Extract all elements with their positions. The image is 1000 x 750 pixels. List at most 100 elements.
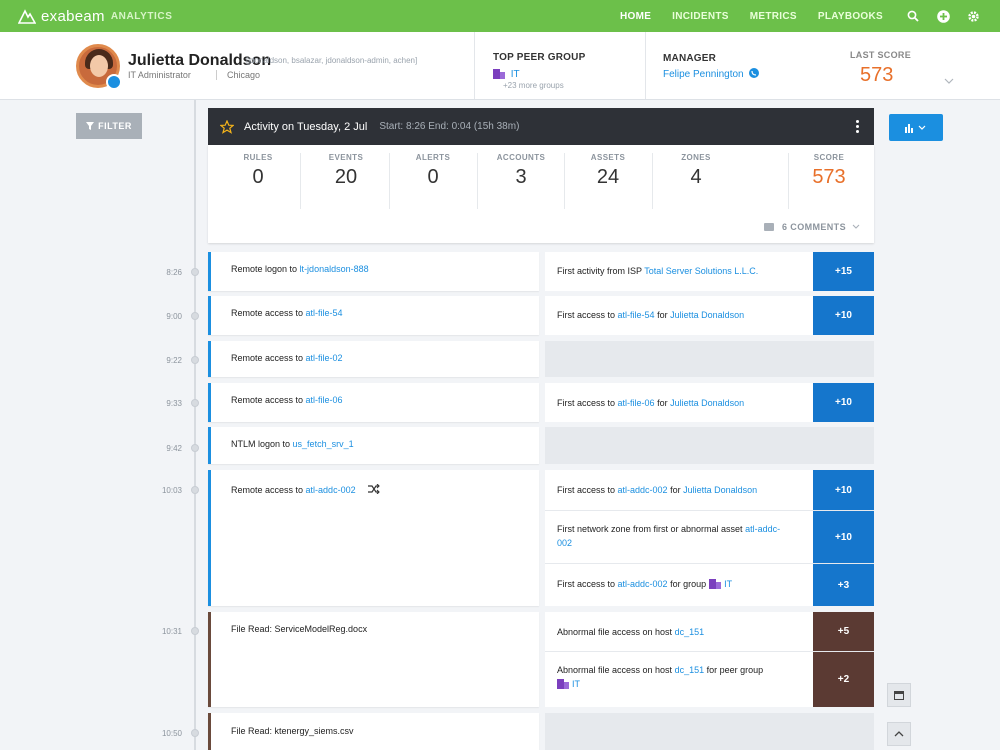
rule-points: +5: [813, 612, 874, 651]
peer-group-value[interactable]: IT: [493, 68, 520, 80]
filter-icon: [86, 122, 95, 130]
nav-metrics[interactable]: METRICS: [750, 11, 797, 22]
peer-group-more[interactable]: +23 more groups: [503, 81, 564, 90]
event-card[interactable]: Remote logon to lt-jdonaldson-888: [208, 252, 539, 291]
asset-link[interactable]: atl-file-06: [618, 398, 655, 408]
rule-row[interactable]: First network zone from first or abnorma…: [545, 511, 813, 563]
rule-points: +3: [813, 564, 874, 606]
asset-link[interactable]: atl-addc-002: [618, 485, 668, 495]
host-link[interactable]: dc_151: [675, 627, 705, 637]
top-nav-bar: exabeam ANALYTICS HOME INCIDENTS METRICS…: [0, 0, 1000, 32]
stat-value: 3: [515, 166, 527, 188]
stat-value: 0: [252, 166, 264, 188]
rule-row[interactable]: First access to atl-addc-002 for group IT: [545, 564, 813, 606]
more-icon[interactable]: [856, 120, 860, 133]
asset-link[interactable]: us_fetch_srv_1: [293, 439, 354, 449]
logo-text: exabeam: [41, 7, 105, 25]
event-time: 9:00: [166, 312, 182, 321]
event-card[interactable]: File Read: ktenergy_siems.csv: [208, 713, 539, 750]
event-card[interactable]: Remote access to atl-file-54: [208, 296, 539, 335]
rule-row[interactable]: First access to atl-file-06 for Julietta…: [545, 383, 813, 422]
manager-label: MANAGER: [663, 53, 717, 64]
nav-home[interactable]: HOME: [620, 11, 651, 22]
event-text: Remote access to atl-file-02: [231, 353, 343, 363]
app-logo[interactable]: exabeam ANALYTICS: [18, 8, 173, 25]
asset-link[interactable]: atl-addc-002: [306, 485, 356, 495]
building-icon: [493, 69, 505, 79]
rule-row[interactable]: First access to atl-addc-002 for Juliett…: [545, 470, 813, 510]
comments-label: 6 COMMENTS: [781, 222, 846, 232]
stat-value: 24: [596, 166, 620, 188]
event-card[interactable]: NTLM logon to us_fetch_srv_1: [208, 427, 539, 464]
asset-link[interactable]: atl-addc-002: [618, 579, 668, 589]
rule-points: +2: [813, 652, 874, 707]
stat-label: ACCOUNTS: [496, 153, 546, 162]
nav-incidents[interactable]: INCIDENTS: [672, 11, 729, 22]
scroll-top-button[interactable]: [887, 722, 911, 746]
event-card[interactable]: Remote access to atl-file-06: [208, 383, 539, 422]
settings-icon[interactable]: [964, 7, 982, 25]
stat-label: RULES: [243, 153, 273, 162]
rule-row[interactable]: Abnormal file access on host dc_151: [545, 612, 813, 651]
rule-text: First activity from ISP Total Server Sol…: [557, 266, 759, 276]
phone-icon[interactable]: [749, 68, 760, 78]
divider: [645, 32, 646, 99]
stat-label: ASSETS: [590, 153, 626, 162]
rule-row[interactable]: First access to atl-file-54 for Julietta…: [545, 296, 813, 335]
manager-name[interactable]: Felipe Pennington: [663, 69, 744, 80]
timeline-dot: [191, 729, 199, 737]
group-link[interactable]: IT: [724, 579, 732, 589]
event-card[interactable]: Remote access to atl-addc-002: [208, 470, 539, 606]
calendar-button[interactable]: [887, 683, 911, 707]
shuffle-icon[interactable]: [368, 483, 380, 495]
rule-points: +15: [813, 252, 874, 291]
isp-link[interactable]: Total Server Solutions L.L.C.: [644, 266, 758, 276]
user-link[interactable]: Julietta Donaldson: [670, 398, 744, 408]
user-link[interactable]: Julietta Donaldson: [670, 310, 744, 320]
add-icon[interactable]: [934, 7, 952, 25]
event-text: Remote access to atl-file-54: [231, 308, 343, 318]
manager-value[interactable]: Felipe Pennington: [663, 68, 760, 80]
rule-points: +10: [813, 296, 874, 335]
host-link[interactable]: dc_151: [675, 665, 705, 675]
comments-toggle[interactable]: 6 COMMENTS: [763, 222, 860, 232]
chart-view-button[interactable]: [889, 114, 943, 141]
chevron-down-icon[interactable]: [944, 76, 954, 86]
last-score-label: LAST SCORE: [850, 50, 912, 60]
rule-row[interactable]: Abnormal file access on host dc_151 for …: [545, 652, 813, 707]
event-card[interactable]: Remote access to atl-file-02: [208, 341, 539, 377]
logo-subtitle: ANALYTICS: [110, 10, 173, 22]
main-nav: HOME INCIDENTS METRICS PLAYBOOKS: [620, 0, 1000, 32]
rule-row-empty: [545, 341, 874, 377]
user-link[interactable]: Julietta Donaldson: [683, 485, 757, 495]
asset-link[interactable]: lt-jdonaldson-888: [300, 264, 369, 274]
nav-playbooks[interactable]: PLAYBOOKS: [818, 11, 883, 22]
asset-link[interactable]: atl-file-02: [306, 353, 343, 363]
timeline-dot: [191, 356, 199, 364]
asset-link[interactable]: atl-file-54: [618, 310, 655, 320]
peer-group-name[interactable]: IT: [511, 69, 520, 80]
filter-button[interactable]: FILTER: [76, 113, 142, 139]
phone-icon[interactable]: [106, 74, 122, 90]
stat-rules: RULES 0: [228, 153, 288, 209]
bar-chart-icon: [905, 123, 926, 133]
stat-events: EVENTS 20: [316, 153, 376, 209]
event-time: 10:50: [161, 729, 182, 738]
asset-link[interactable]: atl-file-54: [306, 308, 343, 318]
event-text: Remote access to atl-file-06: [231, 395, 343, 405]
rule-text: First access to atl-addc-002 for Juliett…: [557, 485, 758, 495]
group-link[interactable]: IT: [572, 679, 580, 689]
event-card[interactable]: File Read: ServiceModelReg.docx: [208, 612, 539, 707]
chevron-up-icon: [894, 731, 904, 737]
timeline-dot: [191, 312, 199, 320]
building-icon: [709, 579, 722, 589]
search-icon[interactable]: [904, 7, 922, 25]
timeline-dot: [191, 486, 199, 494]
timeline-dot: [191, 627, 199, 635]
rule-text: Abnormal file access on host dc_151: [557, 627, 705, 637]
timeline-dot: [191, 444, 199, 452]
user-profile-header: Julietta Donaldson [jdonaldson, bsalazar…: [0, 32, 1000, 100]
asset-link[interactable]: atl-file-06: [306, 395, 343, 405]
star-icon[interactable]: [220, 119, 234, 134]
rule-row[interactable]: First activity from ISP Total Server Sol…: [545, 252, 813, 291]
